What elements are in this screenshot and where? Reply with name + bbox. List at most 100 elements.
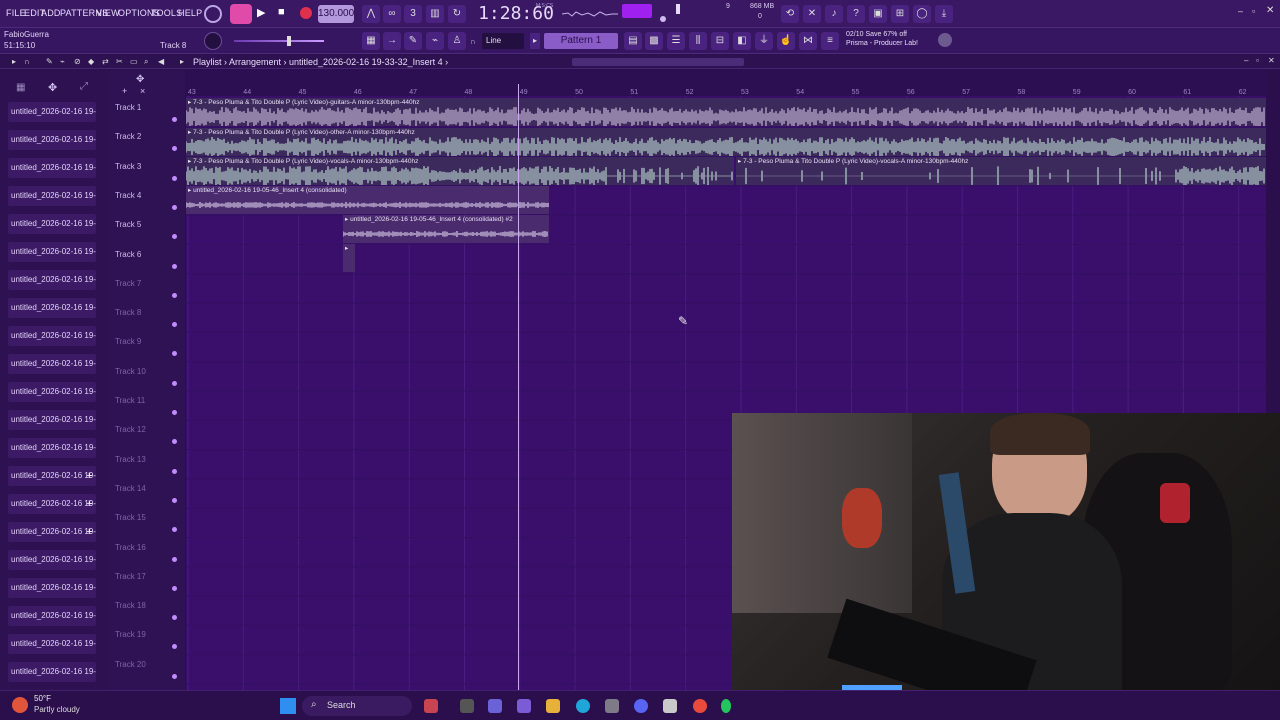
track-enable-dot[interactable] (172, 351, 177, 357)
chat-icon[interactable]: ◯ (913, 5, 931, 23)
magnet-icon[interactable]: ∩ (470, 37, 476, 46)
close-icon[interactable]: ✕ (1266, 5, 1274, 16)
track-name[interactable]: Track 20 (115, 660, 146, 669)
chrome-icon[interactable] (693, 699, 707, 713)
add-pattern-icon[interactable]: + (86, 526, 92, 538)
channel-rack-icon[interactable]: ▩ (645, 32, 663, 50)
tool-slice-icon[interactable]: ✂ (116, 57, 123, 66)
teams-icon[interactable] (488, 699, 502, 713)
tool-mute-icon[interactable]: ◆ (88, 57, 94, 66)
clip-list-item[interactable]: untitled_2026-02-16 19- (8, 102, 96, 122)
news-line-2[interactable]: Prisma - Producer Lab! (846, 40, 918, 47)
track-enable-dot[interactable] (172, 146, 177, 152)
pattern-prev-icon[interactable]: ▸ (530, 33, 540, 49)
zoom-move-icon[interactable]: ✥ (136, 74, 144, 85)
piano-roll-icon[interactable]: ▦ (362, 32, 380, 50)
clip-vocals[interactable]: ▸ 7-3 - Peso Pluma & Tito Double P (Lyri… (186, 157, 734, 185)
track-enable-dot[interactable] (172, 556, 177, 562)
track-enable-dot[interactable] (172, 644, 177, 650)
track-enable-dot[interactable] (172, 234, 177, 240)
track-name[interactable]: Track 5 (115, 220, 141, 229)
breadcrumb-arrow-icon[interactable]: ▸ (180, 57, 184, 66)
news-icon[interactable]: ≡ (821, 32, 839, 50)
track-enable-dot[interactable] (172, 322, 177, 328)
clip-list-item[interactable]: untitled_2026-02-16 19- (8, 298, 96, 318)
track-enable-dot[interactable] (172, 380, 177, 386)
start-icon[interactable] (280, 698, 296, 714)
spotify-icon[interactable] (721, 699, 731, 713)
track-enable-dot[interactable] (172, 410, 177, 415)
tools-icon[interactable]: ✕ (803, 5, 821, 23)
track-name[interactable]: Track 17 (115, 572, 146, 581)
magnet-snap-icon[interactable]: ∩ (24, 57, 30, 66)
search-box[interactable] (302, 696, 412, 716)
track-name[interactable]: Track 7 (115, 279, 141, 288)
clip-vocals-2[interactable]: ▸ 7-3 - Peso Pluma & Tito Double P (Lyri… (736, 157, 1266, 185)
arrow-right-icon[interactable]: → (383, 32, 401, 50)
clip-list-item[interactable]: untitled_2026-02-16 19- (8, 410, 96, 430)
clip-list-item[interactable]: untitled_2026-02-16 19- (8, 158, 96, 178)
playlist-maximize-icon[interactable]: ▫ (1256, 56, 1259, 65)
discord-icon[interactable] (634, 699, 648, 713)
track-name[interactable]: Track 16 (115, 543, 146, 552)
countdown-icon[interactable]: 3 (404, 5, 422, 23)
track-name[interactable]: Track 12 (115, 425, 146, 434)
track-name[interactable]: Track 18 (115, 601, 146, 610)
track-enable-dot[interactable] (172, 117, 177, 122)
playhead[interactable] (518, 84, 519, 690)
panel-grid-icon[interactable]: ▦ (16, 82, 25, 93)
clip-list-item[interactable]: untitled_2026-02-16 19- (8, 606, 96, 626)
pat-song-toggle-icon[interactable] (204, 5, 222, 23)
clip-list-item[interactable]: untitled_2026-02-16 19- (8, 438, 96, 458)
clip-list-item[interactable]: untitled_2026-02-16 19- (8, 662, 96, 682)
remove-track-icon[interactable]: × (140, 86, 145, 96)
track-name[interactable]: Track 6 (115, 250, 141, 259)
step-edit-icon[interactable]: ▥ (426, 5, 444, 23)
undo-icon[interactable]: ⟲ (781, 5, 799, 23)
plugin-db-icon[interactable]: ◧ (733, 32, 751, 50)
clip-list-item[interactable]: untitled_2026-02-16 19- (8, 214, 96, 234)
record-icon[interactable] (300, 7, 312, 19)
slider-handle[interactable] (287, 36, 291, 46)
track-name[interactable]: Track 8 (115, 308, 141, 317)
search-label[interactable]: Search (327, 700, 356, 710)
mixer-window-icon[interactable]: ⫼ (689, 32, 707, 50)
track-enable-dot[interactable] (172, 439, 177, 445)
snap-select[interactable]: Line (482, 33, 524, 49)
browser-icon[interactable]: ⊟ (711, 32, 729, 50)
track-name[interactable]: Track 9 (115, 337, 141, 346)
clip-list-item[interactable]: untitled_2026-02-16 19- (8, 270, 96, 290)
song-mode-button[interactable] (230, 4, 252, 24)
pattern-selector[interactable]: Pattern 1 (544, 33, 618, 49)
news-line-1[interactable]: 02/10 Save 67% off (846, 31, 907, 38)
tool-pencil-icon[interactable]: ✎ (46, 57, 53, 66)
metronome-icon[interactable]: ⋀ (362, 5, 380, 23)
tool-speaker-icon[interactable]: ◀ (158, 57, 164, 66)
clip-list-item[interactable]: untitled_2026-02-16 19- (8, 326, 96, 346)
clip-consolidated[interactable]: ▸ untitled_2026-02-16 19-05-46_Insert 4 … (186, 186, 549, 214)
track-name[interactable]: Track 11 (115, 396, 145, 405)
tool-slip-icon[interactable]: ⇄ (102, 57, 109, 66)
timeline-ruler[interactable]: 43 44 45 46 47 48 49 50 51 52 53 54 55 56 57 58 59 60 61 62 (186, 70, 1266, 96)
routing-icon[interactable]: ⋈ (799, 32, 817, 50)
settings-icon[interactable] (605, 699, 619, 713)
weather-icon[interactable] (12, 697, 28, 713)
clip-guitars[interactable]: ▸ 7-3 - Peso Pluma & Tito Double P (Lyri… (186, 98, 1266, 126)
touch-icon[interactable]: ☝ (777, 32, 795, 50)
master-pitch-knob[interactable] (660, 16, 666, 22)
playlist-minimize-icon[interactable]: – (1244, 56, 1248, 65)
window-menu-icon[interactable]: ▸ (12, 57, 16, 66)
tool-zoom-icon[interactable]: ⌕ (144, 57, 148, 67)
track-enable-dot[interactable] (172, 263, 177, 269)
add-pattern-icon[interactable]: + (86, 498, 92, 510)
folder-icon[interactable] (546, 699, 560, 713)
add-pattern-icon[interactable]: + (86, 470, 92, 482)
track-name[interactable]: Track 13 (115, 455, 146, 464)
tool-select-icon[interactable]: ▭ (130, 57, 138, 66)
search-icon[interactable]: ⌕ (311, 699, 317, 710)
clip-list-item[interactable]: untitled_2026-02-16 19- (8, 186, 96, 206)
menu-add[interactable]: ADD (41, 8, 61, 18)
track-name[interactable]: Track 19 (115, 630, 146, 639)
menu-file[interactable]: FILE (6, 8, 26, 18)
playlist-icon[interactable]: ▤ (624, 32, 642, 50)
